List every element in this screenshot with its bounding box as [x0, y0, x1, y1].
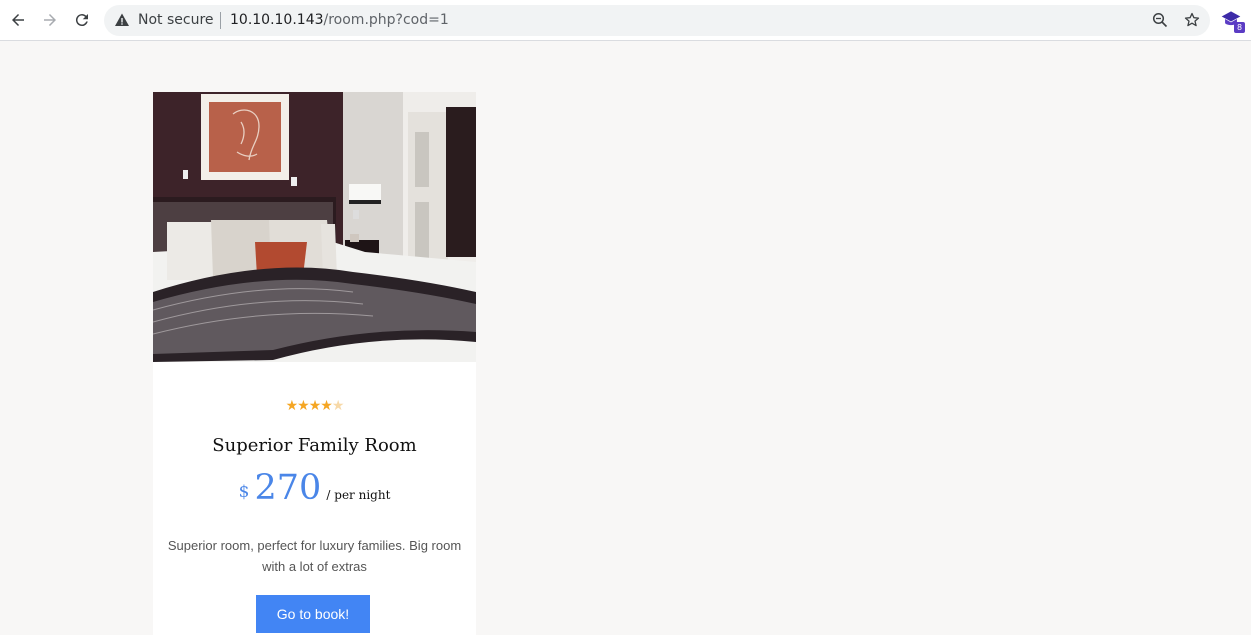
- price-unit: / per night: [326, 488, 391, 502]
- reload-button[interactable]: [70, 8, 94, 32]
- omnibox-separator: [220, 12, 221, 29]
- back-button[interactable]: [6, 8, 30, 32]
- go-to-book-button[interactable]: Go to book!: [256, 595, 370, 633]
- browser-toolbar: Not secure 10.10.10.143/room.php?cod=1 8: [0, 0, 1251, 41]
- bookmark-star-icon[interactable]: [1184, 12, 1200, 28]
- room-price: $ 270 / per night: [153, 468, 476, 508]
- price-amount: 270: [254, 468, 322, 508]
- stars-empty: ★: [331, 398, 345, 414]
- url-host: 10.10.10.143: [230, 12, 324, 28]
- address-bar[interactable]: Not secure 10.10.10.143/room.php?cod=1: [104, 5, 1210, 36]
- security-label[interactable]: Not secure: [138, 12, 214, 28]
- room-photo: [153, 92, 476, 362]
- zoom-icon[interactable]: [1152, 12, 1168, 28]
- price-currency: $: [238, 482, 250, 502]
- stars-filled: ★★★★: [285, 398, 333, 414]
- url-text[interactable]: 10.10.10.143/room.php?cod=1: [230, 12, 449, 28]
- extension-badge: 8: [1234, 22, 1245, 33]
- forward-button[interactable]: [38, 8, 62, 32]
- hotel-bedroom-photo: [153, 92, 476, 362]
- room-description: Superior room, perfect for luxury famili…: [167, 538, 462, 574]
- room-card: ★★★★★ Superior Family Room $ 270 / per n…: [153, 92, 476, 635]
- star-rating: ★★★★★: [153, 398, 476, 414]
- reload-icon: [75, 14, 88, 27]
- arrow-left-icon: [12, 14, 24, 26]
- warning-icon: [115, 13, 129, 26]
- arrow-right-icon: [44, 14, 56, 26]
- room-title: Superior Family Room: [212, 435, 417, 456]
- url-path: /room.php?cod=1: [323, 12, 449, 28]
- extension-button[interactable]: 8: [1220, 8, 1246, 34]
